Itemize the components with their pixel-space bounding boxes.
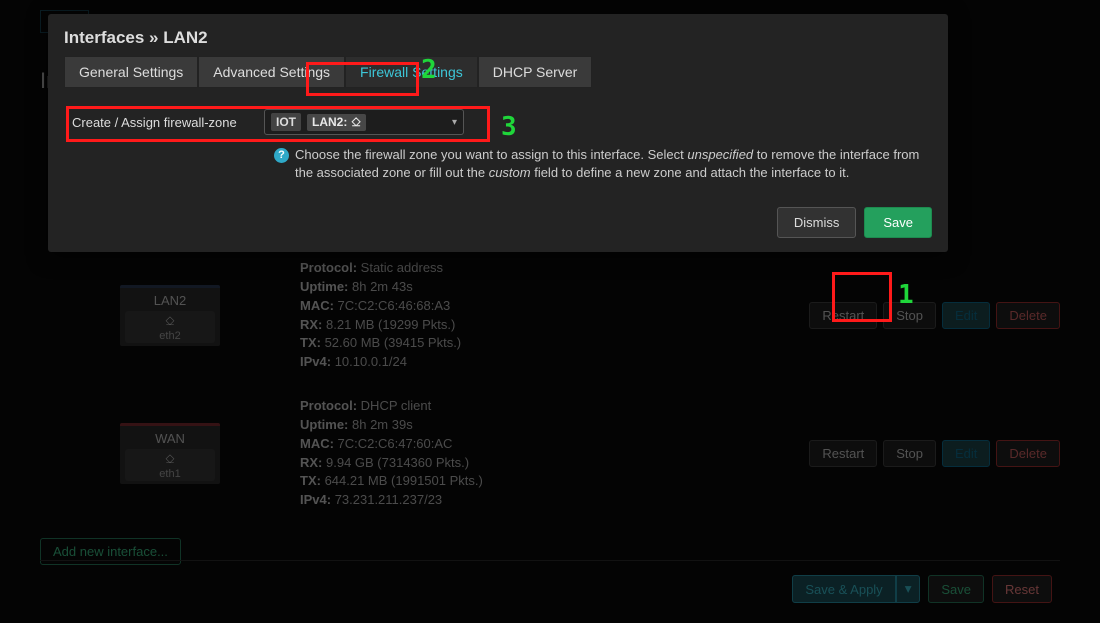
ethernet-icon: ⎐ [351, 115, 360, 130]
tab-firewall-settings[interactable]: Firewall Settings [345, 56, 478, 88]
help-text: ? Choose the firewall zone you want to a… [274, 146, 932, 182]
firewall-zone-row: Create / Assign firewall-zone IOT LAN2: … [64, 106, 932, 138]
save-button[interactable]: Save [864, 207, 932, 238]
firewall-zone-label: Create / Assign firewall-zone [72, 115, 250, 130]
chevron-down-icon: ▾ [452, 117, 457, 128]
dismiss-button[interactable]: Dismiss [777, 207, 857, 238]
zone-interface-chip: LAN2: ⎐ [307, 114, 366, 131]
modal-title: Interfaces » LAN2 [64, 28, 932, 48]
firewall-zone-select[interactable]: IOT LAN2: ⎐ ▾ [264, 109, 464, 135]
info-icon: ? [274, 148, 289, 163]
tab-general-settings[interactable]: General Settings [64, 56, 198, 88]
modal-tabs: General Settings Advanced Settings Firew… [64, 56, 932, 88]
interface-edit-modal: Interfaces » LAN2 General Settings Advan… [48, 14, 948, 252]
tab-dhcp-server[interactable]: DHCP Server [478, 56, 593, 88]
tab-advanced-settings[interactable]: Advanced Settings [198, 56, 345, 88]
zone-badge: IOT [271, 113, 301, 131]
modal-footer: Dismiss Save [64, 207, 932, 238]
